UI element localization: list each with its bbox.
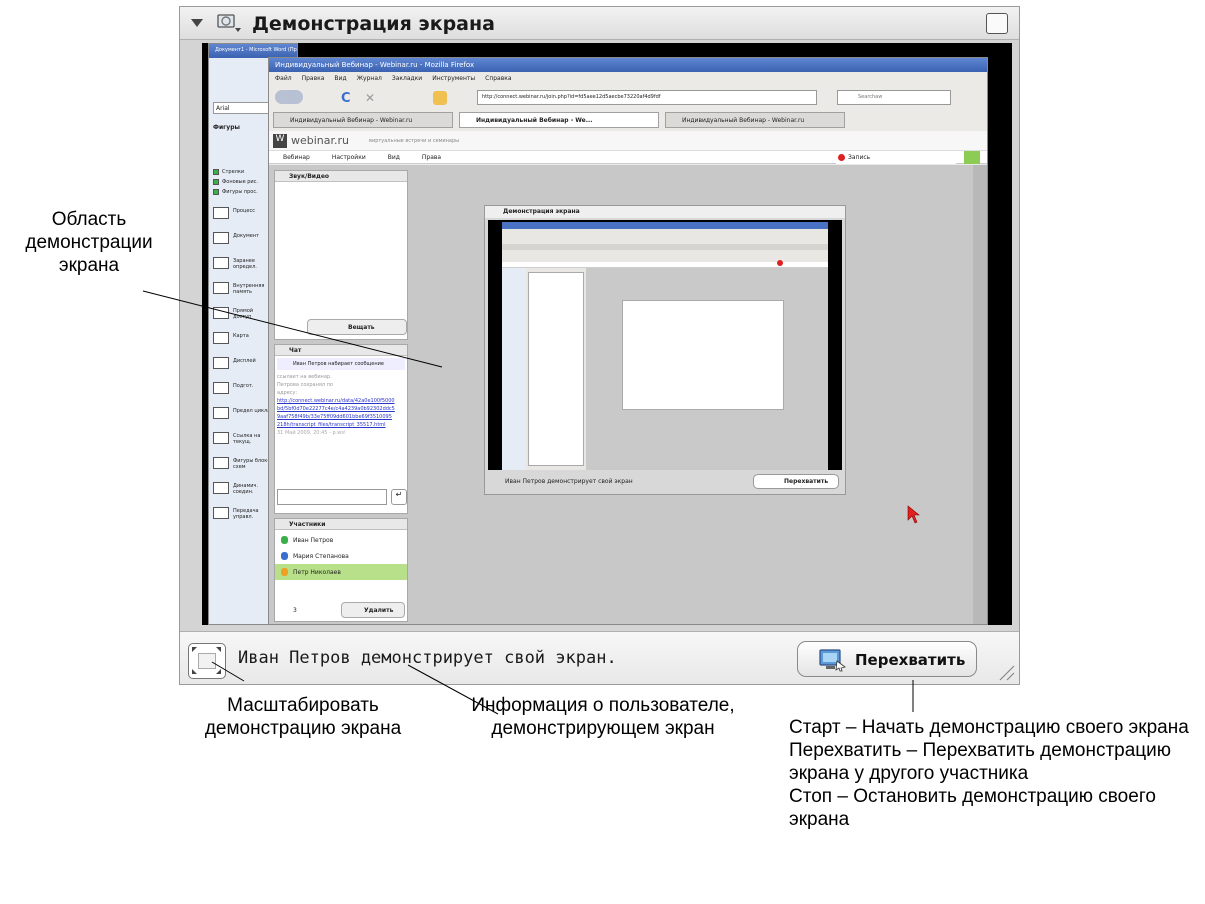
callout-scale: Масштабировать демонстрацию экрана — [204, 695, 402, 739]
callout-presenter-info: Информация о пользователе, демонстрирующ… — [471, 695, 735, 739]
callout-screen-area: Область демонстрации экрана — [25, 209, 153, 276]
callout-button-desc: Стоп – Остановить демонстрацию своего эк… — [789, 786, 1156, 830]
callout-buttons: Старт – Начать демонстрацию своего экран… — [789, 716, 1201, 831]
callout-button-desc: Перехватить – Перехватить демонстрацию э… — [789, 740, 1172, 784]
callout-button-desc: Старт – Начать демонстрацию своего экран… — [789, 717, 1189, 738]
